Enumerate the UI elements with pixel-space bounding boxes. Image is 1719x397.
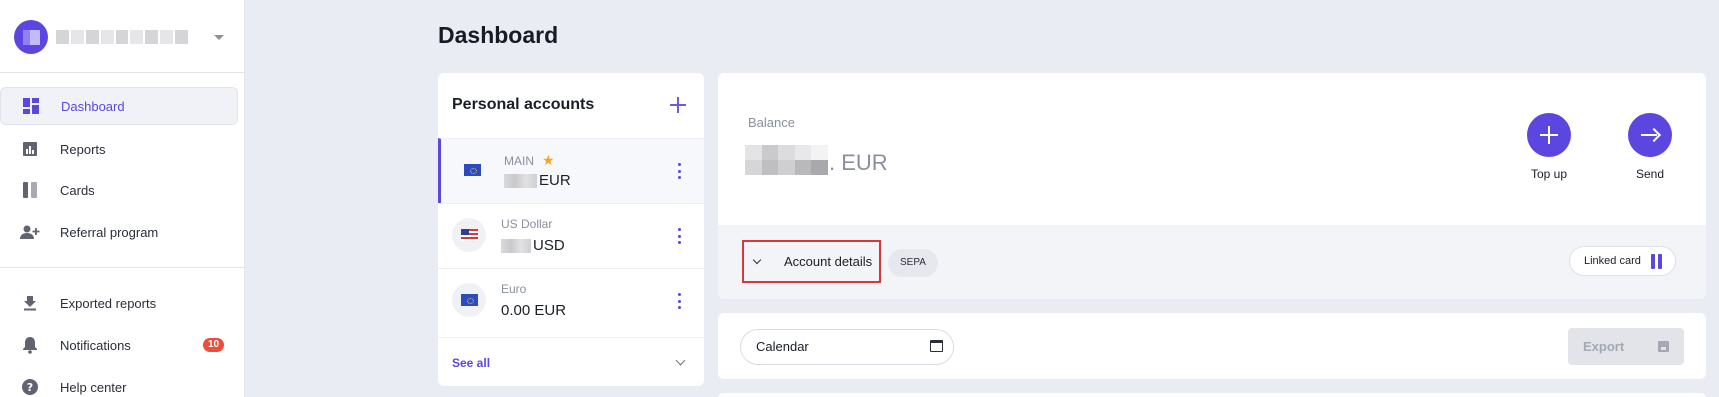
add-account-icon[interactable] — [668, 95, 688, 115]
redacted-amount — [501, 238, 531, 253]
sidebar-item-dashboard[interactable]: Dashboard — [0, 87, 238, 125]
sidebar-item-label: Reports — [60, 141, 106, 157]
sidebar: Dashboard Reports Cards Referral program… — [0, 0, 245, 397]
see-all-link[interactable]: See all — [452, 356, 490, 370]
top-up-action[interactable]: Top up — [1519, 113, 1579, 181]
account-name: US Dollar — [501, 217, 552, 231]
card-icon — [1651, 254, 1663, 269]
notification-count-badge: 10 — [203, 338, 225, 352]
account-currency: USD — [533, 237, 565, 254]
account-details-bar: Account details SEPA Linked card — [718, 225, 1706, 299]
balance-currency: . EUR — [829, 150, 888, 175]
account-details-toggle[interactable]: Account details — [742, 240, 881, 283]
sidebar-item-label: Notifications — [60, 337, 131, 353]
linked-card-button[interactable]: Linked card — [1569, 246, 1676, 276]
send-action[interactable]: Send — [1620, 113, 1680, 181]
balance-amount: . EUR — [745, 145, 888, 175]
organization-name-redacted — [56, 30, 189, 44]
calendar-input[interactable]: Calendar — [740, 329, 954, 365]
reports-icon — [20, 139, 40, 159]
more-options-icon[interactable] — [678, 293, 682, 309]
balance-card: Balance . EUR Top up Send Account detail… — [718, 73, 1706, 299]
account-item-euro[interactable]: Euro 0.00 EUR — [438, 268, 704, 333]
top-up-label[interactable]: Top up — [1519, 167, 1579, 181]
more-options-icon[interactable] — [678, 163, 682, 179]
download-icon — [20, 293, 40, 313]
next-card-edge — [718, 393, 1706, 397]
more-options-icon[interactable] — [678, 228, 682, 244]
bell-icon — [20, 335, 40, 355]
account-amount-text: 0.00 EUR — [501, 302, 567, 319]
sidebar-item-exported-reports[interactable]: Exported reports — [0, 284, 238, 322]
account-details-label: Account details — [784, 254, 873, 269]
dashboard-icon — [21, 96, 41, 116]
eu-flag-icon — [452, 283, 486, 317]
sidebar-item-reports[interactable]: Reports — [0, 130, 238, 168]
account-amount: 0.00 EUR — [501, 302, 566, 319]
cards-icon — [20, 180, 40, 200]
sidebar-item-label: Cards — [60, 182, 95, 198]
export-button[interactable]: Export — [1568, 328, 1684, 365]
account-name-text: Euro — [501, 282, 527, 296]
help-icon: ? — [20, 377, 40, 397]
organization-avatar — [14, 20, 48, 54]
redacted-balance — [745, 145, 828, 175]
account-item-main[interactable]: MAIN ★ EUR — [438, 138, 704, 203]
report-filter-card: Calendar Export — [718, 313, 1706, 379]
linked-card-label: Linked card — [1584, 255, 1641, 267]
sidebar-divider — [0, 72, 245, 73]
sidebar-item-notifications[interactable]: Notifications 10 — [0, 326, 238, 364]
personal-accounts-card: Personal accounts MAIN ★ EUR US Dollar U… — [438, 73, 704, 386]
account-amount: EUR — [504, 172, 571, 189]
redacted-amount — [504, 173, 537, 188]
personal-accounts-title: Personal accounts — [452, 96, 595, 113]
sidebar-item-help-center[interactable]: ? Help center — [0, 368, 238, 397]
calendar-icon[interactable] — [930, 340, 943, 352]
account-name-text: MAIN — [504, 153, 534, 168]
eu-flag-icon — [455, 153, 489, 187]
export-label: Export — [1583, 339, 1625, 354]
sidebar-item-label: Dashboard — [61, 98, 125, 114]
sidebar-item-label: Referral program — [60, 224, 159, 240]
sidebar-item-label: Help center — [60, 379, 127, 395]
see-all-row[interactable]: See all — [438, 337, 704, 386]
account-currency: EUR — [539, 172, 571, 189]
account-name: MAIN ★ — [504, 152, 555, 169]
account-amount: USD — [501, 237, 565, 254]
calendar-label: Calendar — [756, 339, 809, 354]
chevron-down-icon — [752, 255, 762, 264]
star-icon[interactable]: ★ — [542, 152, 555, 169]
caret-down-icon[interactable] — [214, 34, 224, 40]
chevron-down-icon[interactable] — [675, 355, 686, 366]
sidebar-item-referral-program[interactable]: Referral program — [0, 213, 238, 251]
sidebar-divider — [0, 267, 245, 268]
account-name: Euro — [501, 282, 526, 296]
organization-switcher[interactable] — [14, 20, 232, 54]
sidebar-item-label: Exported reports — [60, 295, 157, 311]
svg-text:?: ? — [27, 381, 33, 394]
us-flag-icon — [452, 218, 486, 252]
account-item-us-dollar[interactable]: US Dollar USD — [438, 203, 704, 268]
sepa-badge: SEPA — [888, 249, 938, 277]
sidebar-item-cards[interactable]: Cards — [0, 171, 238, 209]
account-name-text: US Dollar — [501, 217, 553, 231]
balance-label: Balance — [748, 115, 795, 130]
page-title: Dashboard — [438, 22, 559, 48]
save-icon — [1658, 341, 1669, 352]
plus-icon[interactable] — [1527, 113, 1571, 157]
send-label[interactable]: Send — [1620, 167, 1680, 181]
arrow-right-icon[interactable] — [1628, 113, 1672, 157]
add-user-icon — [20, 222, 40, 242]
